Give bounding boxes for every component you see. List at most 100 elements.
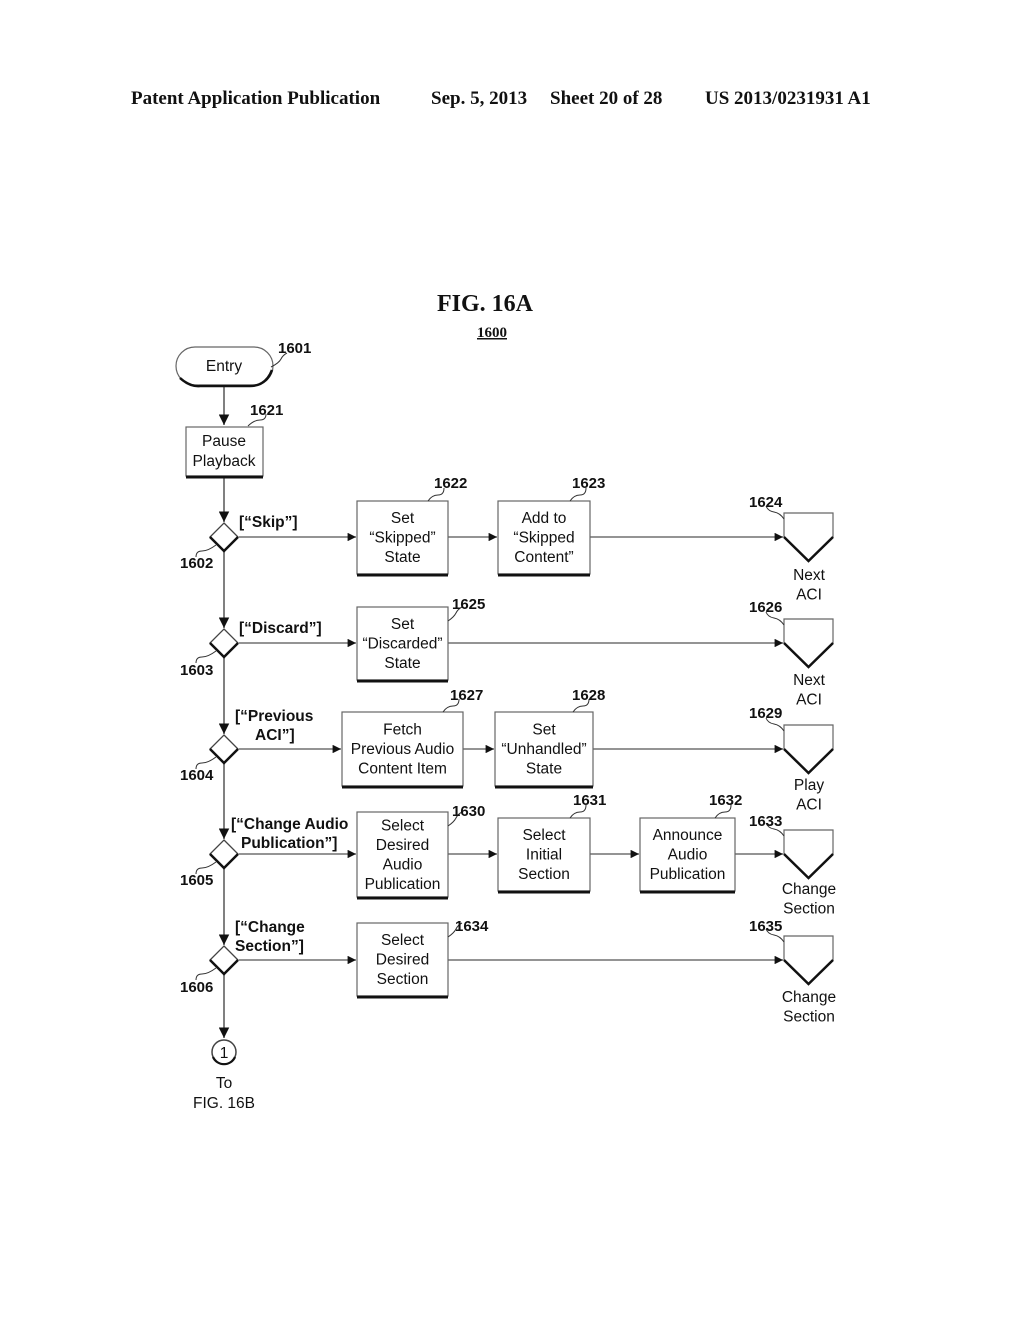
pause-line-2: Playback: [193, 453, 256, 470]
process-text-line: Section: [377, 971, 429, 988]
terminal-label-line: Change: [782, 881, 836, 898]
process-1622: Set “Skipped” State 1622: [356, 475, 467, 577]
process-text-line: Initial: [526, 847, 562, 864]
condition-label: Publication”]: [241, 835, 337, 852]
process-nodes: Set “Skipped” State 1622 Add to “Skipped Conte…: [341, 475, 742, 999]
process-pause-playback: Pause Playback 1621: [185, 402, 283, 479]
ref-1602: 1602: [180, 555, 213, 572]
terminal-label-line: Play: [794, 777, 824, 794]
terminal-1629: 1629 Play ACI: [749, 705, 834, 814]
decision-1602: [“Skip”] 1602: [180, 514, 298, 572]
process-text-line: “Unhandled”: [501, 741, 586, 758]
decision-1604: [“Previous ACI”] 1604: [180, 708, 313, 784]
condition-label: ACI”]: [255, 727, 295, 744]
terminal-1633: 1633 Change Section: [749, 813, 836, 918]
process-text-line: Desired: [376, 952, 429, 969]
process-text-line: Select: [522, 827, 566, 844]
process-text-line: Audio: [383, 856, 423, 873]
terminal-label-line: Next: [793, 567, 826, 584]
terminal-label-line: Next: [793, 672, 826, 689]
ref-1634: 1634: [455, 918, 489, 935]
process-1630: Select Desired Audio Publication 1630: [356, 803, 485, 900]
terminal-nodes: 1624 Next ACI 1626 Next ACI 1629 Play ACI 1633 Cha…: [749, 494, 836, 1026]
process-text-line: Content Item: [358, 761, 447, 778]
ref-1630: 1630: [452, 803, 485, 820]
terminal-label-line: Change: [782, 989, 836, 1006]
process-text-line: “Skipped”: [369, 530, 435, 547]
process-1632: Announce Audio Publication 1632: [639, 792, 742, 894]
ref-1625: 1625: [452, 596, 485, 613]
process-text-line: State: [384, 549, 420, 566]
terminal-label-line: ACI: [796, 797, 822, 814]
terminal-1624: 1624 Next ACI: [749, 494, 834, 604]
decision-1605: [“Change Audio Publication”] 1605: [180, 816, 348, 889]
condition-label: [“Change Audio: [231, 816, 348, 833]
process-1623: Add to “Skipped Content” 1623: [497, 475, 605, 577]
process-text-line: “Discarded”: [362, 636, 442, 653]
process-text-line: Audio: [668, 847, 708, 864]
ref-1603: 1603: [180, 662, 213, 679]
figure-number: 1600: [477, 325, 507, 341]
ref-1627: 1627: [450, 687, 483, 704]
process-text-line: State: [384, 655, 420, 672]
condition-label: [“Skip”]: [239, 514, 298, 531]
ref-1624: 1624: [749, 494, 783, 511]
process-text-line: State: [526, 761, 562, 778]
figure-title: FIG. 16A: [437, 291, 534, 317]
ref-1628: 1628: [572, 687, 605, 704]
condition-label: Section”]: [235, 938, 304, 955]
ref-1622: 1622: [434, 475, 467, 492]
process-text-line: Set: [391, 510, 415, 527]
decision-nodes: [“Skip”] 1602 [“Discard”] 1603 [“Previous ACI…: [180, 514, 348, 996]
entry-label: Entry: [206, 358, 242, 375]
ref-1626: 1626: [749, 599, 782, 616]
process-text-line: Section: [518, 866, 570, 883]
decision-1606: [“Change Section”] 1606: [180, 919, 305, 996]
process-text-line: Previous Audio: [351, 741, 454, 758]
process-1628: Set “Unhandled” State 1628: [494, 687, 605, 789]
terminal-label-line: ACI: [796, 587, 822, 604]
process-text-line: Select: [381, 932, 425, 949]
terminal-1626: 1626 Next ACI: [749, 599, 834, 709]
process-1625: Set “Discarded” State 1625: [356, 596, 485, 683]
process-1631: Select Initial Section 1631: [497, 792, 606, 894]
pause-line-1: Pause: [202, 433, 246, 450]
process-text-line: Set: [532, 722, 556, 739]
process-text-line: Add to: [522, 510, 567, 527]
ref-1606: 1606: [180, 979, 213, 996]
process-1627: Fetch Previous Audio Content Item 1627: [341, 687, 483, 789]
connector-to-line-2: FIG. 16B: [193, 1095, 255, 1112]
connector-number: 1: [220, 1045, 229, 1062]
terminal-label-line: Section: [783, 1009, 835, 1026]
ref-1621: 1621: [250, 402, 283, 419]
process-text-line: Set: [391, 616, 415, 633]
process-text-line: Fetch: [383, 722, 422, 739]
process-text-line: Announce: [653, 827, 723, 844]
ref-1632: 1632: [709, 792, 742, 809]
process-text-line: Desired: [376, 837, 429, 854]
ref-1605: 1605: [180, 872, 213, 889]
ref-1629: 1629: [749, 705, 782, 722]
off-page-connector: 1 To FIG. 16B: [193, 1039, 255, 1112]
condition-label: [“Previous: [235, 708, 313, 725]
process-text-line: Select: [381, 817, 425, 834]
ref-1623: 1623: [572, 475, 605, 492]
process-1634: Select Desired Section 1634: [356, 918, 489, 999]
terminal-1635: 1635 Change Section: [749, 918, 836, 1026]
ref-1633: 1633: [749, 813, 782, 830]
terminal-label-line: Section: [783, 901, 835, 918]
ref-1601: 1601: [278, 340, 311, 357]
flowchart: FIG. 16A 1600 Entry 1601 Pause Playback …: [175, 291, 836, 1112]
entry-node: Entry 1601: [175, 340, 311, 388]
decision-1603: [“Discard”] 1603: [180, 620, 322, 679]
process-text-line: “Skipped: [513, 530, 574, 547]
process-text-line: Publication: [365, 876, 441, 893]
process-text-line: Content”: [514, 549, 573, 566]
process-text-line: Publication: [650, 866, 726, 883]
terminal-label-line: ACI: [796, 692, 822, 709]
ref-1631: 1631: [573, 792, 606, 809]
ref-1604: 1604: [180, 767, 214, 784]
condition-label: [“Change: [235, 919, 305, 936]
condition-label: [“Discard”]: [239, 620, 322, 637]
ref-1635: 1635: [749, 918, 782, 935]
